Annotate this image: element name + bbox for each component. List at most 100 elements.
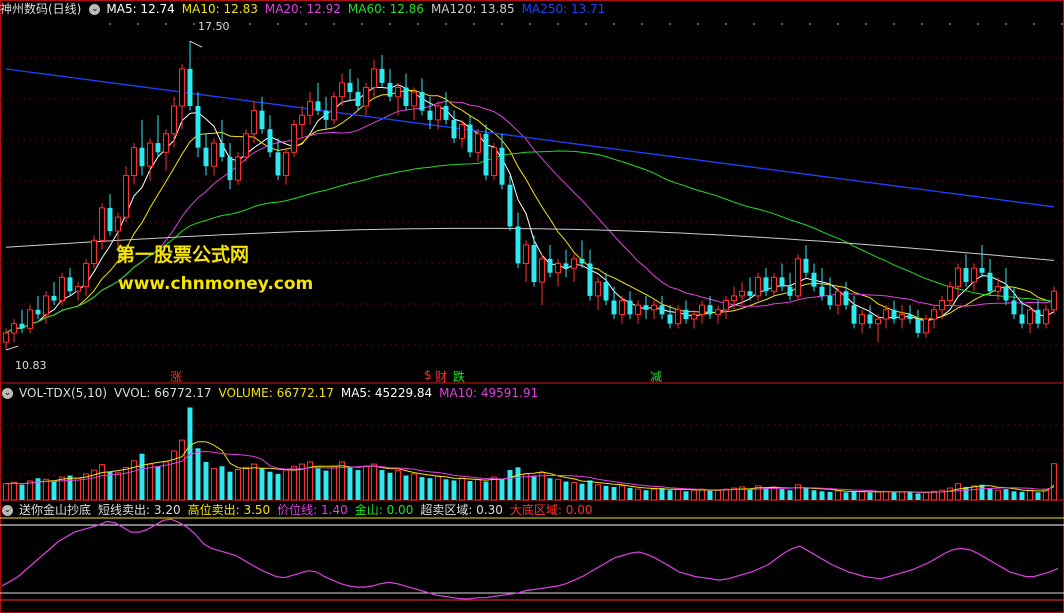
candle-body [1051, 290, 1057, 311]
ma10-line [5, 89, 1055, 334]
signal-reduce: 减 [650, 370, 663, 384]
candle-body [979, 268, 985, 273]
ma-label-0: MA5: 12.74 [106, 2, 175, 16]
grid-layer [0, 0, 1064, 613]
volume-bar [411, 473, 417, 501]
marker-dot [977, 23, 979, 25]
candle-body [595, 281, 601, 297]
volume-bar [43, 478, 49, 501]
candle-body [475, 133, 481, 153]
volume-bar [379, 470, 385, 500]
candle-body [123, 174, 129, 218]
candle-body [19, 323, 25, 329]
volume-bar [387, 472, 393, 500]
volume-bar [427, 478, 433, 500]
candle-body [587, 263, 593, 296]
volume-bar [843, 492, 849, 500]
candle-body [291, 124, 297, 153]
candle-body [627, 300, 633, 315]
marker-dot [725, 23, 727, 25]
candle-body [203, 147, 209, 167]
volume-bar [419, 477, 425, 500]
candle-body [955, 267, 961, 288]
candle-body [115, 216, 121, 232]
volume-bar [347, 467, 353, 500]
price-labels [5, 40, 203, 351]
candle-body [227, 156, 233, 181]
volume-bar [611, 486, 617, 500]
marker-dot [669, 23, 671, 25]
volume-bar [395, 470, 401, 501]
volume-bar [323, 470, 329, 500]
candle-body [707, 305, 713, 315]
candle-body [939, 300, 945, 311]
candle-body [243, 133, 249, 158]
volume-bar [507, 470, 513, 500]
volume-label-4: MA10: 49591.91 [439, 386, 539, 400]
candle-body [355, 92, 361, 106]
candle-body [235, 156, 241, 181]
candle-body [91, 239, 97, 264]
candle-body [371, 68, 377, 88]
marker-dot [697, 23, 699, 25]
volume-bar [283, 469, 289, 501]
candle-body [947, 286, 953, 302]
candle-body [963, 268, 969, 282]
candle-body [11, 323, 17, 334]
volume-bar [603, 485, 609, 500]
settings-toggle-icon[interactable]: ⌄ [89, 3, 101, 15]
indicator-label-6: 大底区域: 0.00 [509, 503, 593, 517]
volume-bar [155, 466, 161, 500]
candle-body [491, 147, 497, 176]
candle-body [667, 314, 673, 324]
volume-bar [515, 467, 521, 500]
marker-dot [277, 23, 279, 25]
volume-bar [579, 483, 585, 500]
high-pointer [189, 40, 203, 48]
candle-body [259, 110, 265, 130]
ma5-line [5, 84, 1055, 334]
marker-dot [865, 23, 867, 25]
candle-body [907, 314, 913, 320]
candle-body [459, 124, 465, 139]
volume-bar [891, 492, 897, 500]
marker-dot [893, 23, 895, 25]
candle-body [987, 272, 993, 292]
volume-bar [675, 488, 681, 501]
watermark-cn: 第一股票公式网 [116, 244, 250, 266]
volume-bar [531, 475, 537, 500]
candle-body [483, 133, 489, 176]
candle-body [819, 286, 825, 296]
volume-bar [955, 483, 961, 501]
candle-body [723, 300, 729, 311]
volume-bar [1035, 492, 1041, 500]
indicator-toggle-icon[interactable]: ⌄ [2, 504, 13, 516]
candle-body [779, 277, 785, 287]
marker-dot [109, 23, 111, 25]
candle-body [403, 87, 409, 106]
candle-body [891, 309, 897, 320]
volume-bar [779, 489, 785, 500]
candle-body [827, 295, 833, 306]
volume-bar [251, 463, 257, 501]
candle-body [107, 207, 113, 232]
volume-bar [619, 485, 625, 501]
candle-body [195, 106, 201, 148]
volume-bar [539, 472, 545, 501]
candle-body [683, 309, 689, 320]
candle-body [659, 305, 665, 315]
volume-bar [51, 480, 57, 500]
ma-label-1: MA10: 12.83 [181, 2, 258, 16]
candle-body [651, 304, 657, 311]
indicator-panel-header: ⌄ 送你金山抄底 短线卖出: 3.20 高位卖出: 3.50 价位线: 1.40 金山:… [0, 501, 605, 519]
volume-bar [995, 489, 1001, 501]
volume-toggle-icon[interactable]: ⌄ [2, 387, 13, 399]
volume-bar [179, 439, 185, 501]
candle-body [611, 300, 617, 315]
candle-body [163, 133, 169, 153]
volume-bar [795, 484, 801, 501]
candle-body [867, 314, 873, 324]
candle-body [699, 304, 705, 315]
candle-body [467, 124, 473, 153]
volume-bar [859, 491, 865, 501]
